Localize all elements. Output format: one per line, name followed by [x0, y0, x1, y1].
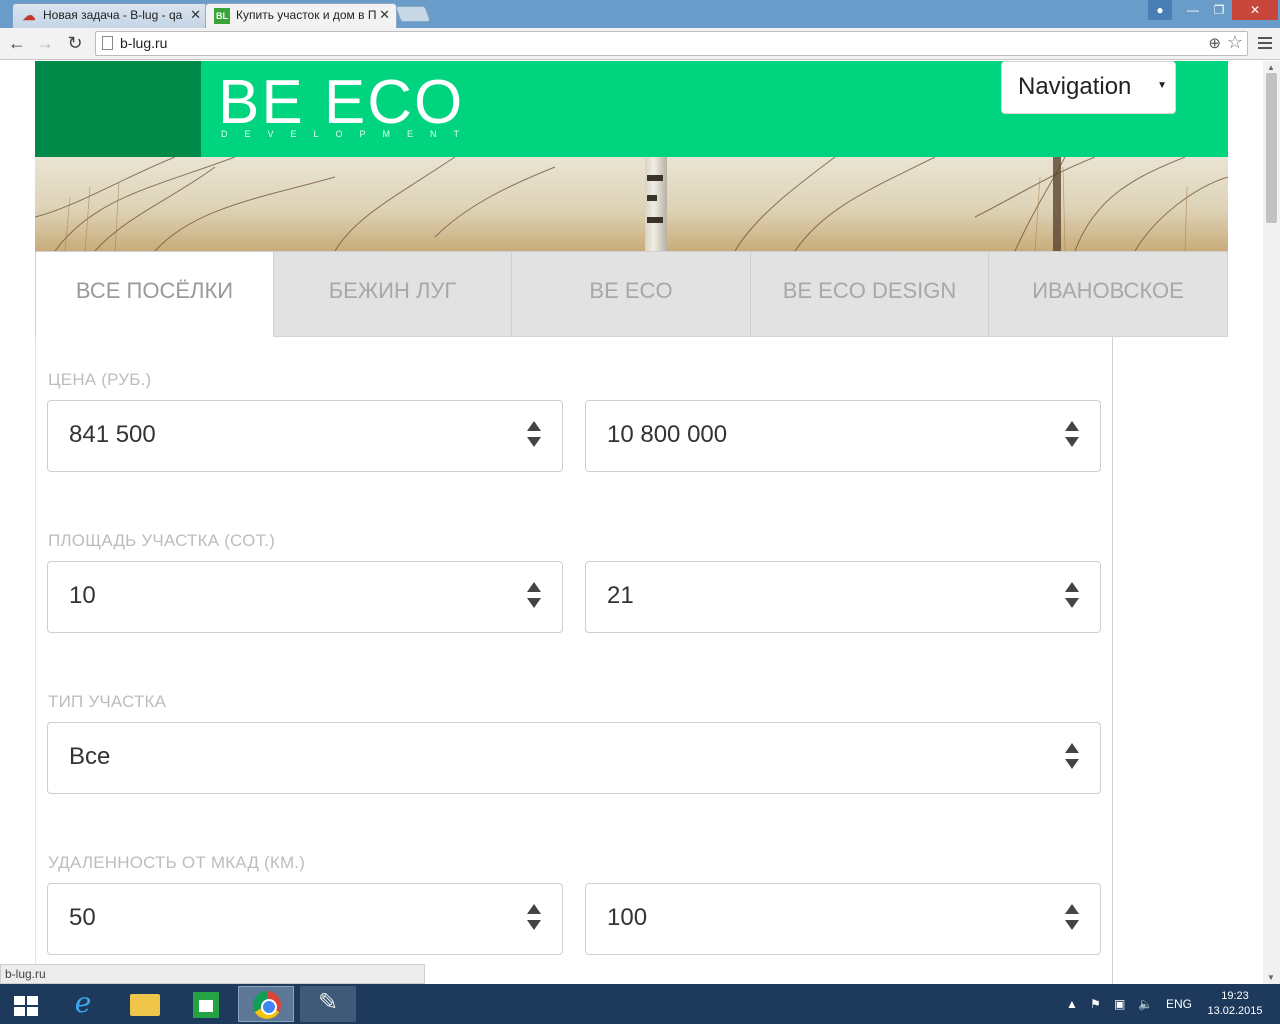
navigation-select-label: Navigation [1018, 73, 1132, 100]
price-label: ЦЕНА (РУБ.) [48, 370, 152, 389]
flag-icon[interactable]: ⚑ [1090, 984, 1101, 1024]
tab-close-icon[interactable]: ✕ [190, 4, 201, 26]
area-min-value: 10 [69, 582, 96, 609]
scrollbar-thumb[interactable] [1266, 73, 1277, 223]
reload-icon[interactable]: ↻ [64, 32, 86, 54]
status-bar-url: b-lug.ru [0, 964, 425, 984]
network-icon[interactable]: ▣ [1114, 984, 1125, 1024]
village-tabs: ВСЕ ПОСЁЛКИ БЕЖИН ЛУГ BE ECO BE ECO DESI… [35, 251, 1228, 337]
distance-min-value: 50 [69, 904, 96, 931]
updown-arrows-icon [526, 904, 542, 934]
clock-date: 13.02.2015 [1207, 1005, 1263, 1017]
tab-title: Купить участок и дом в П [236, 8, 376, 22]
price-max-select[interactable]: 10 800 000 [585, 400, 1101, 472]
volume-muted-icon[interactable]: 🔈 [1138, 984, 1153, 1024]
plot-type-label: ТИП УЧАСТКА [48, 692, 167, 711]
clock-time: 19:23 [1221, 990, 1249, 1002]
distance-min-select[interactable]: 50 [47, 883, 563, 955]
birch-mark [647, 195, 657, 201]
tab-close-icon[interactable]: ✕ [379, 4, 390, 26]
price-max-value: 10 800 000 [607, 421, 728, 448]
close-window-button[interactable]: ✕ [1232, 0, 1278, 20]
updown-arrows-icon [526, 582, 542, 612]
filters-panel: ЦЕНА (РУБ.) 841 500 10 800 000 ПЛОЩАДЬ У… [35, 337, 1113, 984]
minimize-button[interactable]: — [1180, 0, 1206, 20]
restore-button[interactable]: ❐ [1206, 0, 1232, 20]
tab-bezhin-lug[interactable]: БЕЖИН ЛУГ [273, 251, 512, 337]
tab-be-eco-design[interactable]: BE ECO DESIGN [750, 251, 989, 337]
browser-toolbar: ← → ↻ b-lug.ru ⊕ ☆ [0, 28, 1280, 60]
plot-type-select[interactable]: Все [47, 722, 1101, 794]
price-min-value: 841 500 [69, 421, 156, 448]
tab-all-villages[interactable]: ВСЕ ПОСЁЛКИ [35, 251, 274, 337]
language-indicator[interactable]: ENG [1166, 984, 1192, 1024]
menu-icon[interactable] [1256, 34, 1274, 52]
browser-tab-blug[interactable]: BL Купить участок и дом в П ✕ [205, 3, 397, 28]
zoom-icon[interactable]: ⊕ [1208, 34, 1221, 52]
site-header: BE ECO DEVELOPMENT Navigation ▼ [35, 61, 1228, 157]
birch-trunk [645, 157, 667, 251]
area-max-value: 21 [607, 582, 634, 609]
plot-type-value: Все [69, 743, 111, 770]
updown-arrows-icon [526, 421, 542, 451]
caret-down-icon: ▼ [1157, 80, 1167, 91]
show-hidden-icons-icon[interactable]: ▲ [1066, 984, 1078, 1024]
forward-arrow-icon[interactable]: → [34, 32, 56, 54]
tree-branches-image [35, 157, 1228, 251]
cloud-icon: ☁ [22, 8, 36, 23]
area-min-select[interactable]: 10 [47, 561, 563, 633]
logo-block [35, 61, 201, 157]
distance-max-select[interactable]: 100 [585, 883, 1101, 955]
tab-ivanovskoe[interactable]: ИВАНОВСКОЕ [988, 251, 1228, 337]
birch-mark [647, 217, 663, 223]
updown-arrows-icon [1064, 582, 1080, 612]
new-tab-button[interactable] [395, 6, 431, 22]
address-bar[interactable]: b-lug.ru ⊕ ☆ [95, 31, 1248, 56]
updown-arrows-icon [1064, 421, 1080, 451]
page-viewport: BE ECO DEVELOPMENT Navigation ▼ ВСЕ ПОСЁ… [0, 61, 1263, 984]
scroll-up-arrow-icon[interactable]: ▲ [1267, 63, 1275, 72]
start-button[interactable] [0, 986, 56, 1022]
site-logo-subtitle: DEVELOPMENT [221, 129, 477, 139]
updown-arrows-icon [1064, 904, 1080, 934]
back-arrow-icon[interactable]: ← [6, 32, 28, 54]
updown-arrows-icon [1064, 743, 1080, 773]
address-url[interactable]: b-lug.ru [120, 35, 167, 51]
area-label: ПЛОЩАДЬ УЧАСТКА (СОТ.) [48, 531, 276, 550]
navigation-select[interactable]: Navigation ▼ [1001, 61, 1176, 114]
file-explorer-icon[interactable] [116, 986, 172, 1022]
tab-be-eco[interactable]: BE ECO [511, 251, 751, 337]
area-max-select[interactable]: 21 [585, 561, 1101, 633]
clock[interactable]: 19:23 13.02.2015 [1200, 989, 1270, 1019]
browser-titlebar: ☁ Новая задача - B-lug - qa ✕ BL Купить … [0, 0, 1280, 28]
user-icon[interactable]: ● [1148, 0, 1172, 20]
birch-mark [647, 175, 663, 181]
browser-tab-task[interactable]: ☁ Новая задача - B-lug - qa ✕ [12, 3, 208, 28]
taskbar: e ✎ ▲ ⚑ ▣ 🔈 ENG 19:23 13.02.2015 [0, 984, 1280, 1024]
internet-explorer-icon[interactable]: e [55, 986, 111, 1022]
page-icon [102, 36, 113, 50]
scroll-down-arrow-icon[interactable]: ▼ [1267, 973, 1275, 982]
bookmark-star-icon[interactable]: ☆ [1227, 32, 1243, 53]
bl-favicon-icon: BL [214, 8, 230, 24]
store-icon[interactable] [177, 986, 233, 1022]
distance-label: УДАЛЕННОСТЬ ОТ МКАД (КМ.) [48, 853, 306, 872]
paint-icon[interactable]: ✎ [300, 986, 356, 1022]
distance-max-value: 100 [607, 904, 648, 931]
banner-image [35, 157, 1228, 251]
page-scrollbar[interactable]: ▲ ▼ [1263, 61, 1280, 984]
chrome-icon[interactable] [238, 986, 294, 1022]
windows-logo-icon [14, 996, 38, 1016]
price-min-select[interactable]: 841 500 [47, 400, 563, 472]
tab-title: Новая задача - B-lug - qa [43, 8, 183, 22]
